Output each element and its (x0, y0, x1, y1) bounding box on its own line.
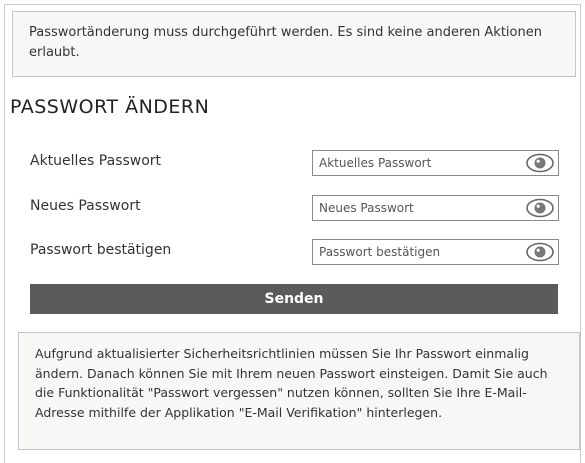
new-password-field-box (312, 195, 559, 221)
submit-button[interactable]: Senden (30, 284, 558, 314)
confirm-password-field-box (312, 239, 559, 265)
new-password-row: Neues Passwort (30, 195, 559, 221)
confirm-password-input[interactable] (313, 240, 523, 264)
new-password-label: Neues Passwort (30, 198, 141, 214)
current-password-field-box (312, 150, 559, 176)
notice-box: Passwortänderung muss durchgeführt werde… (12, 11, 576, 77)
new-password-input[interactable] (313, 196, 523, 220)
current-password-label: Aktuelles Passwort (30, 153, 162, 169)
confirm-password-label: Passwort bestätigen (30, 242, 172, 258)
info-box: Aufgrund aktualisierter Sicherheitsricht… (18, 332, 580, 450)
eye-icon[interactable] (525, 241, 555, 263)
info-text: Aufgrund aktualisierter Sicherheitsricht… (35, 346, 548, 420)
eye-icon[interactable] (525, 152, 555, 174)
confirm-password-row: Passwort bestätigen (30, 239, 559, 265)
current-password-row: Aktuelles Passwort (30, 150, 559, 176)
eye-icon[interactable] (525, 197, 555, 219)
notice-text: Passwortänderung muss durchgeführt werde… (29, 25, 542, 60)
page-title: PASSWORT ÄNDERN (10, 96, 210, 118)
current-password-input[interactable] (313, 151, 523, 175)
